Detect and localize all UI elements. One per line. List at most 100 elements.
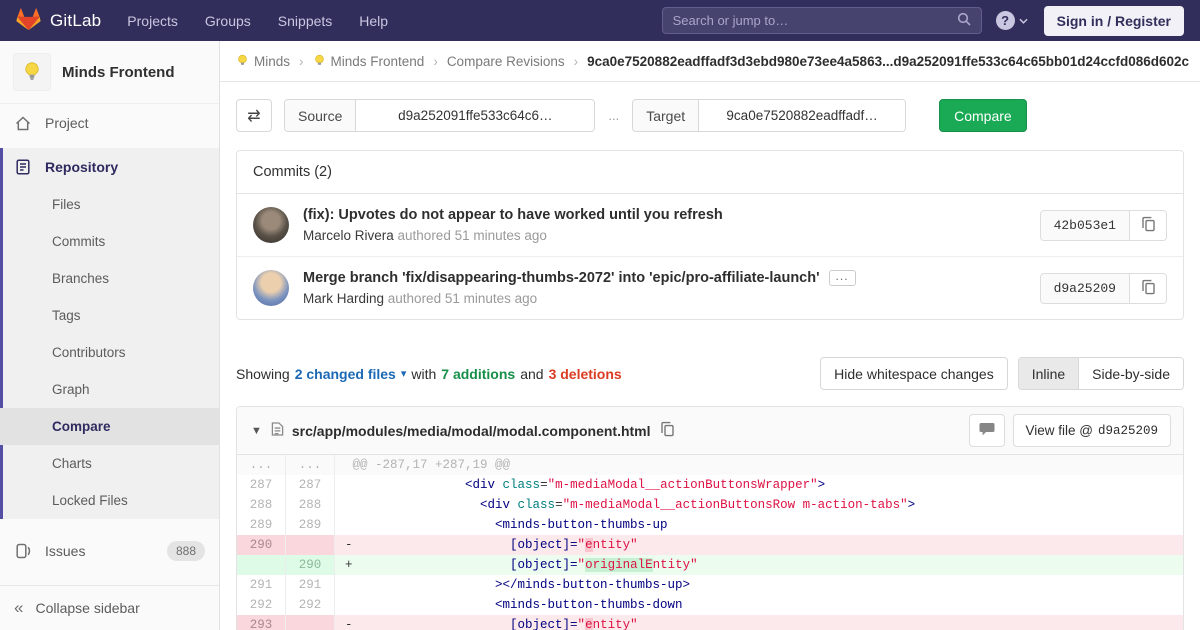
sidebar-item-issues-label: Issues — [45, 543, 85, 559]
sidebar-item-commits[interactable]: Commits — [0, 223, 219, 260]
sidebar-item-project[interactable]: Project — [0, 104, 219, 142]
nav-link-groups[interactable]: Groups — [205, 13, 251, 29]
breadcrumb-item-minds[interactable]: Minds — [236, 54, 290, 69]
new-line-number[interactable]: ... — [286, 455, 335, 475]
sidebar-item-charts[interactable]: Charts — [0, 445, 219, 482]
copy-path-icon[interactable] — [660, 421, 675, 440]
new-line-number[interactable]: 291 — [286, 575, 335, 595]
new-line-number[interactable]: 288 — [286, 495, 335, 515]
with-label: with — [411, 366, 436, 382]
sign-in-register-button[interactable]: Sign in / Register — [1044, 6, 1184, 36]
copy-icon — [1141, 279, 1156, 298]
nav-link-snippets[interactable]: Snippets — [278, 13, 332, 29]
gitlab-logo-icon — [16, 7, 41, 34]
repo-subitems: FilesCommitsBranchesTagsContributorsGrap… — [0, 186, 219, 519]
diff-line: 289289 <minds-button-thumbs-up — [237, 515, 1183, 535]
commit-meta: Mark Harding authored 51 minutes ago — [303, 291, 856, 306]
new-line-number[interactable]: 292 — [286, 595, 335, 615]
sidebar-item-contributors[interactable]: Contributors — [0, 334, 219, 371]
sidebar-item-graph[interactable]: Graph — [0, 371, 219, 408]
collapse-sidebar-button[interactable]: « Collapse sidebar — [0, 585, 219, 630]
commit-sha[interactable]: d9a25209 — [1041, 274, 1130, 303]
breadcrumb-item-compare-revisions[interactable]: Compare Revisions — [447, 54, 565, 69]
inline-view-button[interactable]: Inline — [1019, 358, 1079, 389]
hide-whitespace-button[interactable]: Hide whitespace changes — [820, 357, 1008, 390]
sidebar-item-tags[interactable]: Tags — [0, 297, 219, 334]
old-line-number[interactable] — [237, 555, 286, 575]
file-icon — [271, 421, 284, 440]
sidebar-project-header[interactable]: Minds Frontend — [0, 41, 219, 104]
diff-code: <minds-button-thumbs-up — [335, 515, 1183, 535]
breadcrumb-separator: › — [433, 54, 438, 69]
nav-link-help[interactable]: Help — [359, 13, 388, 29]
target-input[interactable] — [699, 100, 905, 131]
diff-lines: ...... @@ -287,17 +287,19 @@287287 <div … — [237, 455, 1183, 630]
source-input[interactable] — [356, 100, 594, 131]
collapse-icon: « — [14, 598, 23, 618]
copy-sha-button[interactable] — [1130, 274, 1166, 303]
old-line-number[interactable]: 293 — [237, 615, 286, 630]
commits-box: Commits (2) (fix): Upvotes do not appear… — [236, 150, 1184, 320]
new-line-number[interactable]: 290 — [286, 555, 335, 575]
old-line-number[interactable]: 292 — [237, 595, 286, 615]
diff-code: - [object]="entity" — [335, 535, 1183, 555]
nav-link-projects[interactable]: Projects — [127, 13, 178, 29]
new-line-number[interactable] — [286, 535, 335, 555]
diff-line: 287287 <div class="m-mediaModal__actionB… — [237, 475, 1183, 495]
collapse-diff-caret-icon[interactable]: ▼ — [251, 425, 262, 437]
search-input[interactable]: Search or jump to… — [662, 7, 982, 34]
old-line-number[interactable]: 288 — [237, 495, 286, 515]
sidebar-item-project-label: Project — [45, 115, 89, 131]
old-line-number[interactable]: 289 — [237, 515, 286, 535]
new-line-number[interactable] — [286, 615, 335, 630]
chevron-down-icon — [1019, 18, 1028, 24]
sidebar-item-repository[interactable]: Repository — [0, 148, 219, 186]
main-content: Minds›Minds Frontend›Compare Revisions›9… — [220, 0, 1200, 630]
sidebar-item-files[interactable]: Files — [0, 186, 219, 223]
commit-description-toggle-button[interactable]: ... — [829, 270, 856, 286]
side-by-side-view-button[interactable]: Side-by-side — [1079, 358, 1183, 389]
commit-author-avatar[interactable] — [253, 207, 289, 243]
sidebar-item-branches[interactable]: Branches — [0, 260, 219, 297]
commit-sha[interactable]: 42b053e1 — [1041, 211, 1130, 240]
diff-line: 290+ [object]="originalEntity" — [237, 555, 1183, 575]
view-file-button[interactable]: View file @ d9a25209 — [1013, 414, 1172, 447]
help-menu[interactable]: ? — [996, 11, 1028, 30]
diff-line: 288288 <div class="m-mediaModal__actionB… — [237, 495, 1183, 515]
old-line-number[interactable]: 290 — [237, 535, 286, 555]
old-line-number[interactable]: 287 — [237, 475, 286, 495]
commit-author-name[interactable]: Mark Harding — [303, 291, 384, 306]
compare-button[interactable]: Compare — [939, 99, 1027, 132]
sidebar-item-locked-files[interactable]: Locked Files — [0, 482, 219, 519]
toggle-comments-button[interactable] — [969, 414, 1005, 447]
commit-author-name[interactable]: Marcelo Rivera — [303, 228, 394, 243]
gitlab-brand[interactable]: GitLab — [16, 7, 101, 34]
copy-sha-button[interactable] — [1130, 211, 1166, 240]
lightbulb-icon — [236, 54, 249, 68]
target-label: Target — [633, 100, 699, 131]
project-avatar — [13, 53, 51, 91]
diff-file-path[interactable]: src/app/modules/media/modal/modal.compon… — [292, 423, 651, 439]
changed-files-link[interactable]: 2 changed files — [295, 366, 396, 382]
sidebar-item-issues[interactable]: Issues 888 — [0, 532, 219, 570]
swap-revisions-button[interactable]: ⇄ — [236, 99, 272, 132]
diff-line: 293- [object]="entity" — [237, 615, 1183, 630]
home-icon — [14, 116, 32, 131]
old-line-number[interactable]: ... — [237, 455, 286, 475]
breadcrumb-label: Minds — [254, 54, 290, 69]
breadcrumb-separator: › — [299, 54, 304, 69]
collapse-sidebar-label: Collapse sidebar — [35, 600, 139, 616]
sidebar-item-compare[interactable]: Compare — [0, 408, 219, 445]
new-line-number[interactable]: 289 — [286, 515, 335, 535]
commit-title[interactable]: Merge branch 'fix/disappearing-thumbs-20… — [303, 270, 820, 286]
diff-code: ></minds-button-thumbs-up> — [335, 575, 1183, 595]
diff-code: <minds-button-thumbs-down — [335, 595, 1183, 615]
commit-title[interactable]: (fix): Upvotes do not appear to have wor… — [303, 207, 723, 223]
project-name: Minds Frontend — [62, 64, 175, 81]
revision-separator: ... — [608, 108, 619, 123]
old-line-number[interactable]: 291 — [237, 575, 286, 595]
new-line-number[interactable]: 287 — [286, 475, 335, 495]
commit-author-avatar[interactable] — [253, 270, 289, 306]
top-navbar: GitLab Projects Groups Snippets Help Search… — [0, 0, 1200, 41]
breadcrumb-item-minds-frontend[interactable]: Minds Frontend — [313, 54, 425, 69]
